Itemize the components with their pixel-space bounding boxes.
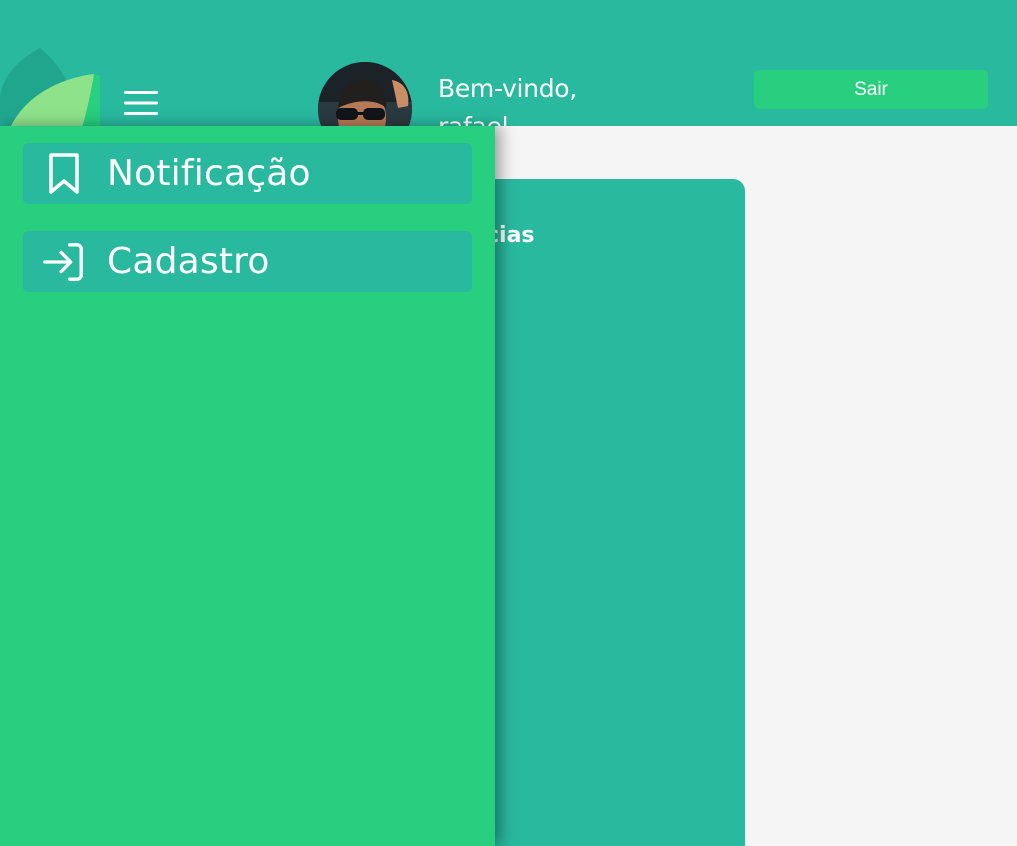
hamburger-menu-icon[interactable] [118, 84, 164, 122]
welcome-user-name: rafael [438, 108, 668, 126]
sign-in-icon [43, 240, 85, 284]
drawer-item-notificacao[interactable]: Notificação [23, 143, 472, 204]
drawer-item-label: Notificação [107, 153, 311, 194]
content-card: cias [470, 179, 745, 846]
welcome-message: Bem-vindo, rafael [438, 70, 668, 126]
logout-button[interactable]: Sair [754, 70, 988, 109]
drawer-item-cadastro[interactable]: Cadastro [23, 231, 472, 292]
leaf-logo-icon [0, 48, 100, 126]
bookmark-icon [43, 152, 85, 196]
side-drawer: Notificação Cadastro [0, 126, 495, 846]
welcome-greeting: Bem-vindo, [438, 74, 577, 103]
app-root: Bem-vindo, rafael Sair cias Notificação [0, 0, 1017, 846]
user-avatar[interactable] [318, 62, 412, 126]
drawer-item-label: Cadastro [107, 241, 270, 282]
top-header: Bem-vindo, rafael Sair [0, 0, 1017, 126]
